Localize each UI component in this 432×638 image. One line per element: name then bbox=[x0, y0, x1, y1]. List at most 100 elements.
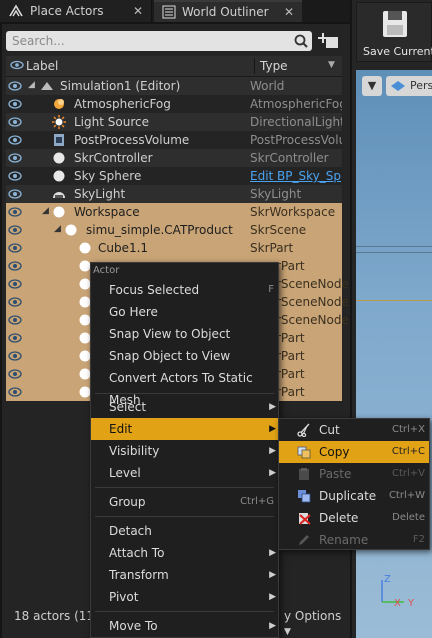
view-options-label: y Options bbox=[284, 609, 342, 623]
menu-item-label: Level bbox=[109, 466, 141, 480]
menu-item-focus-selected[interactable]: Focus Selected F bbox=[91, 279, 278, 301]
eye-icon[interactable] bbox=[8, 242, 22, 254]
menu-item-label: Edit bbox=[109, 422, 133, 436]
expand-arrow-icon[interactable]: ◢ bbox=[54, 224, 61, 234]
tree-row-cat-product[interactable]: ◢ simu_simple.CATProduct SkrScene bbox=[6, 221, 342, 239]
menu-item-shortcut: Ctrl+G bbox=[240, 496, 274, 507]
menu-item-shortcut: F2 bbox=[412, 534, 425, 545]
actor-context-menu: Actor Focus Selected F Go Here Snap View … bbox=[90, 262, 279, 638]
menu-item-rename[interactable]: Rename F2 bbox=[279, 529, 429, 551]
eye-icon[interactable] bbox=[8, 134, 22, 146]
eye-icon[interactable] bbox=[8, 206, 22, 218]
menu-item-paste[interactable]: Paste Ctrl+V bbox=[279, 463, 429, 485]
place-actors-icon bbox=[9, 4, 23, 17]
menu-item-select[interactable]: Select ▶ bbox=[91, 396, 278, 418]
menu-item-cut[interactable]: Cut Ctrl+X bbox=[279, 419, 429, 441]
menu-item-level[interactable]: Level ▶ bbox=[91, 462, 278, 484]
tab-place-actors[interactable]: Place Actors ✕ bbox=[0, 0, 152, 22]
tree-row-cube[interactable]: Cube1.1 SkrPart bbox=[6, 239, 342, 257]
eye-icon bbox=[10, 60, 24, 70]
menu-item-shortcut: Ctrl+C bbox=[391, 446, 425, 457]
menu-item-transform[interactable]: Transform ▶ bbox=[91, 564, 278, 586]
menu-item-delete[interactable]: Delete Delete bbox=[279, 507, 429, 529]
label-column-header[interactable]: Label bbox=[26, 59, 58, 73]
tree-row-light-source[interactable]: Light Source DirectionalLight bbox=[6, 113, 342, 131]
eye-icon[interactable] bbox=[8, 98, 22, 110]
expand-arrow-icon[interactable]: ◢ bbox=[28, 80, 35, 90]
paste-icon bbox=[299, 468, 309, 480]
tree-row-simulation1[interactable]: ◢ Simulation1 (Editor) World bbox=[6, 77, 342, 95]
type-dropdown-icon[interactable]: ▼ bbox=[328, 60, 335, 70]
row-label: AtmosphericFog bbox=[74, 97, 171, 111]
row-type: rSceneNode bbox=[276, 277, 349, 291]
menu-item-pivot[interactable]: Pivot ▶ bbox=[91, 586, 278, 608]
menu-item-copy[interactable]: Copy Ctrl+C bbox=[279, 441, 429, 463]
view-options-button[interactable]: y Options ▼ bbox=[284, 609, 346, 637]
menu-item-shortcut: Ctrl+V bbox=[391, 468, 425, 479]
tree-row-post-process-volume[interactable]: PostProcessVolume PostProcessVolu bbox=[6, 131, 342, 149]
close-icon[interactable]: ✕ bbox=[284, 5, 294, 19]
menu-item-detach[interactable]: Detach bbox=[91, 520, 278, 542]
eye-icon[interactable] bbox=[8, 170, 22, 182]
row-type: SkrScene bbox=[250, 223, 307, 237]
menu-item-move-to[interactable]: Move To ▶ bbox=[91, 615, 278, 637]
menu-item-label: Delete bbox=[319, 511, 359, 525]
eye-icon[interactable] bbox=[8, 260, 22, 272]
close-icon[interactable]: ✕ bbox=[133, 4, 143, 18]
tree-row-workspace[interactable]: ◢ Workspace SkrWorkspace bbox=[6, 203, 342, 221]
duplicate-icon bbox=[298, 490, 311, 503]
edit-submenu: Cut Ctrl+X Copy Ctrl+C Paste Ctrl+V Duplica… bbox=[278, 418, 430, 550]
type-column-header[interactable]: Type bbox=[260, 59, 288, 73]
eye-icon[interactable] bbox=[8, 296, 22, 308]
tab-world-outliner[interactable]: World Outliner ✕ bbox=[154, 0, 302, 22]
submenu-arrow-icon: ▶ bbox=[269, 468, 276, 478]
menu-item-label: Select bbox=[109, 400, 147, 414]
eye-icon[interactable] bbox=[8, 152, 22, 164]
eye-icon[interactable] bbox=[8, 350, 22, 362]
eye-icon[interactable] bbox=[8, 224, 22, 236]
actor-count: 18 actors (11 bbox=[14, 609, 95, 623]
menu-item-group[interactable]: Group Ctrl+G bbox=[91, 491, 278, 513]
menu-item-attach-to[interactable]: Attach To ▶ bbox=[91, 542, 278, 564]
column-header: Label Type ▼ bbox=[6, 56, 342, 77]
perspective-button[interactable]: Pers bbox=[386, 76, 432, 96]
column-separator[interactable] bbox=[254, 58, 255, 74]
viewport-wire bbox=[356, 246, 432, 247]
menu-item-convert-to-static-mesh[interactable]: Convert Actors To Static Mesh bbox=[91, 367, 278, 407]
eye-icon[interactable] bbox=[8, 314, 22, 326]
search-box[interactable] bbox=[6, 31, 312, 51]
eye-icon[interactable] bbox=[8, 278, 22, 290]
add-folder-icon[interactable] bbox=[318, 31, 340, 51]
eye-icon[interactable] bbox=[8, 80, 22, 92]
menu-item-edit[interactable]: Edit ▶ bbox=[91, 418, 278, 440]
submenu-arrow-icon: ▶ bbox=[269, 402, 276, 412]
search-input[interactable] bbox=[6, 31, 298, 51]
menu-item-label: Cut bbox=[319, 423, 340, 437]
eye-icon[interactable] bbox=[8, 386, 22, 398]
row-type: rPart bbox=[276, 385, 305, 399]
menu-item-snap-view-to-object[interactable]: Snap View to Object bbox=[91, 323, 278, 345]
menu-item-label: Transform bbox=[109, 568, 169, 582]
row-type: SkrController bbox=[250, 151, 329, 165]
tree-row-sky-light[interactable]: SkyLight SkyLight bbox=[6, 185, 342, 203]
eye-icon[interactable] bbox=[8, 116, 22, 128]
menu-item-duplicate[interactable]: Duplicate Ctrl+W bbox=[279, 485, 429, 507]
tree-row-atmospheric-fog[interactable]: AtmosphericFog AtmosphericFog bbox=[6, 95, 342, 113]
menu-item-visibility[interactable]: Visibility ▶ bbox=[91, 440, 278, 462]
eye-icon[interactable] bbox=[8, 368, 22, 380]
menu-item-label: Pivot bbox=[109, 590, 139, 604]
edit-blueprint-link[interactable]: Edit BP_Sky_Sp bbox=[250, 169, 342, 183]
eye-icon[interactable] bbox=[8, 332, 22, 344]
menu-item-go-here[interactable]: Go Here bbox=[91, 301, 278, 323]
row-type: rPart bbox=[276, 331, 305, 345]
viewport-menu-button[interactable]: ▼ bbox=[362, 76, 382, 96]
submenu-arrow-icon: ▶ bbox=[269, 570, 276, 580]
expand-arrow-icon[interactable]: ◢ bbox=[42, 206, 49, 216]
eye-icon[interactable] bbox=[8, 188, 22, 200]
tree-row-skr-controller[interactable]: SkrController SkrController bbox=[6, 149, 342, 167]
outliner-icon bbox=[162, 5, 176, 19]
save-current-button[interactable]: Save Current bbox=[356, 2, 432, 62]
tree-row-sky-sphere[interactable]: Sky Sphere Edit BP_Sky_Sp bbox=[6, 167, 342, 185]
menu-item-snap-object-to-view[interactable]: Snap Object to View bbox=[91, 345, 278, 367]
menu-item-label: Snap Object to View bbox=[109, 349, 231, 363]
